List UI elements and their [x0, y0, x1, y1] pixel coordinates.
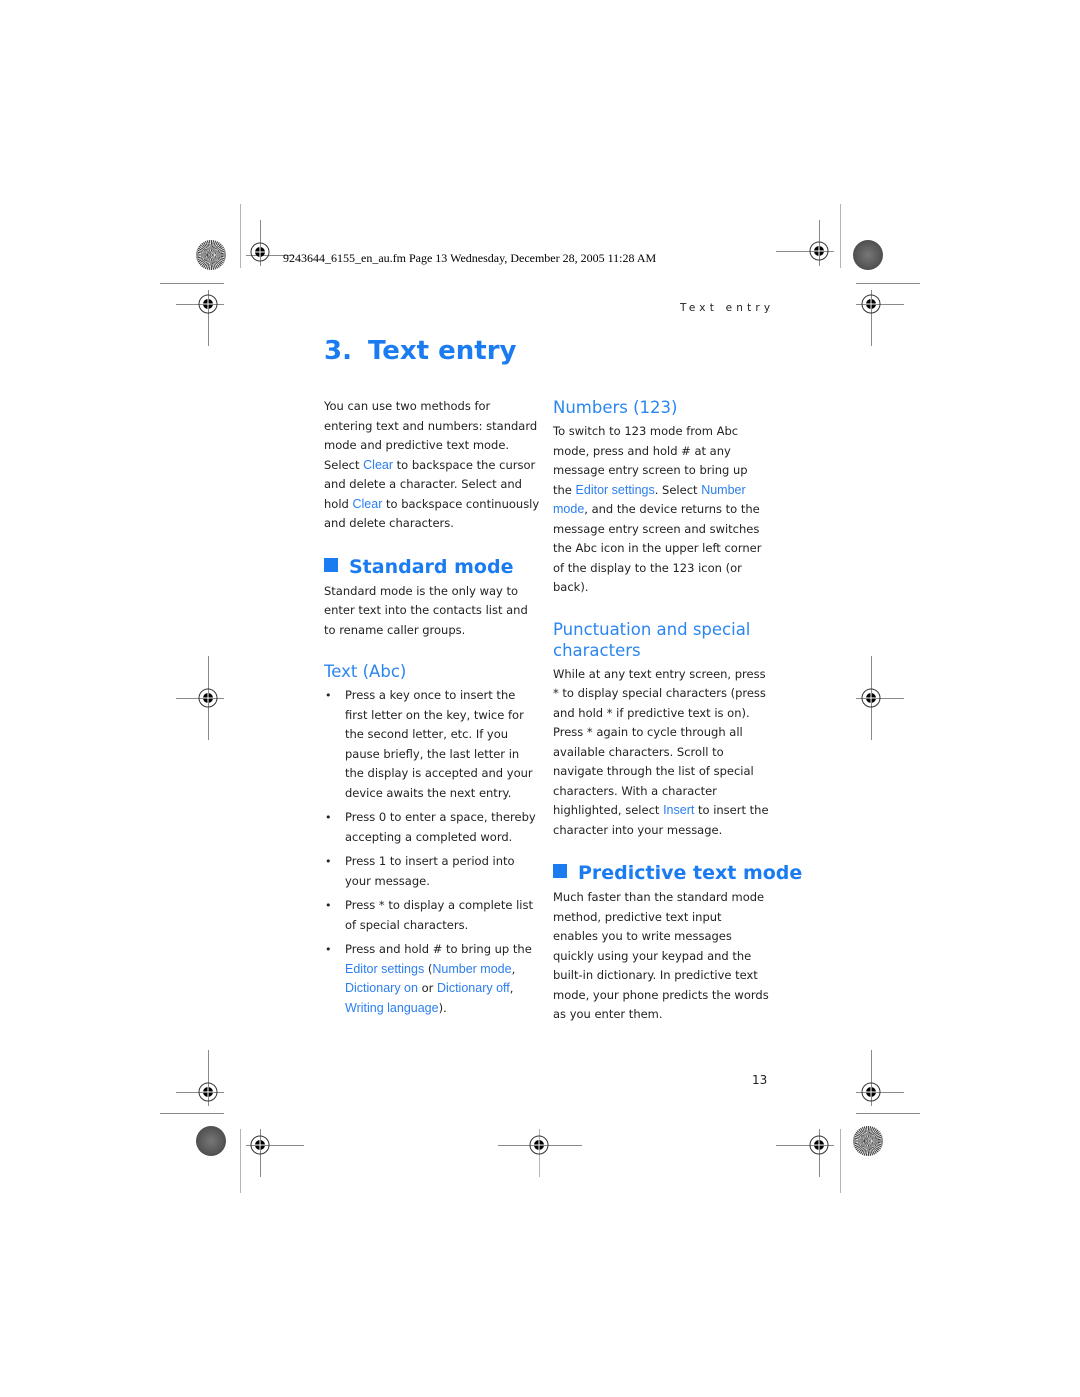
text: ). [438, 1000, 447, 1015]
keyword-dictionary-on: Dictionary on [345, 981, 418, 995]
color-rosette-icon [853, 240, 883, 270]
registration-mark-icon [250, 1135, 270, 1155]
heading-square-icon [324, 557, 338, 572]
subsection-heading-numbers: Numbers (123) [553, 398, 678, 417]
registration-mark-icon [861, 688, 881, 708]
section-heading-standard-mode: Standard mode [324, 555, 540, 579]
text: Press and hold # to bring up the [345, 942, 532, 956]
running-header: Text entry [680, 302, 775, 314]
keyword-dictionary-off: Dictionary off [437, 981, 510, 995]
crop-line [856, 1113, 920, 1114]
list-item: • Press and hold # to bring up the Editor… [324, 940, 540, 1018]
crop-line [856, 283, 920, 284]
chapter-title: 3. Text entry [324, 336, 516, 366]
punctuation-paragraph: While at any text entry screen, press * … [553, 665, 769, 841]
subsection-heading-punctuation: Punctuation and special characters [553, 619, 751, 660]
color-rosette-icon [853, 1126, 883, 1156]
right-column: Numbers (123) To switch to 123 mode from… [553, 397, 802, 1025]
text: . Select [654, 482, 702, 497]
chapter-number: 3. [324, 336, 352, 366]
color-rosette-icon [196, 1126, 226, 1156]
text: , [511, 961, 516, 976]
standard-mode-paragraph: Standard mode is the only way to enter t… [324, 583, 528, 637]
crop-line [240, 1129, 241, 1193]
bullet-icon: • [325, 943, 332, 956]
list-item: • Press * to display a complete list of s… [324, 896, 540, 935]
keyword-number-mode: Number mode [432, 961, 512, 976]
keyword-writing-language: Writing language [345, 1000, 439, 1015]
bullet-icon: • [325, 855, 332, 868]
text: or [417, 981, 438, 995]
bullet-icon: • [325, 899, 332, 912]
list-item-text: Press 1 to insert a period into your mes… [345, 854, 515, 888]
keyword-clear: Clear [352, 496, 383, 511]
crop-line [240, 204, 241, 268]
bullet-icon: • [325, 689, 332, 702]
registration-mark-icon [529, 1135, 549, 1155]
registration-mark-icon [198, 688, 218, 708]
registration-mark-icon [250, 242, 270, 262]
heading-square-icon [553, 864, 567, 878]
registration-mark-icon [809, 241, 829, 261]
chapter-title-text: Text entry [367, 336, 517, 366]
bullet-icon: • [325, 811, 332, 824]
list-item: • Press a key once to insert the first le… [324, 686, 540, 803]
numbers-paragraph: To switch to 123 mode from Abc mode, pre… [553, 422, 769, 598]
registration-mark-icon [861, 1082, 881, 1102]
text: , and the device returns to the message … [553, 502, 762, 594]
crop-line [840, 1129, 841, 1193]
heading-text: Predictive text mode [578, 862, 803, 884]
heading-text: Standard mode [349, 555, 514, 578]
registration-mark-icon [861, 294, 881, 314]
list-item: • Press 0 to enter a space, thereby accep… [324, 808, 540, 847]
keyword-insert: Insert [663, 803, 695, 817]
page-number: 13 [752, 1073, 768, 1087]
list-item: • Press 1 to insert a period into your me… [324, 852, 540, 891]
subsection-heading-text-abc: Text (Abc) [324, 662, 407, 681]
left-column: You can use two methods for entering tex… [324, 397, 540, 1023]
keyword-clear: Clear [363, 457, 394, 472]
file-slug: 9243644_6155_en_au.fm Page 13 Wednesday,… [283, 251, 657, 265]
registration-mark-icon [809, 1135, 829, 1155]
crop-line [840, 204, 841, 268]
list-item-text: Press a key once to insert the first let… [345, 688, 533, 800]
text-abc-bullet-list: • Press a key once to insert the first le… [324, 686, 540, 1018]
keyword-editor-settings: Editor settings [575, 482, 655, 497]
predictive-paragraph: Much faster than the standard mode metho… [553, 890, 769, 1021]
list-item-text: Press * to display a complete list of sp… [345, 898, 533, 932]
color-rosette-icon [196, 240, 226, 270]
intro-paragraph: You can use two methods for entering tex… [324, 397, 540, 534]
text: , [509, 981, 514, 995]
crop-line [160, 283, 224, 284]
registration-mark-icon [198, 1082, 218, 1102]
text: While at any text entry screen, press * … [553, 666, 766, 818]
registration-mark-icon [198, 294, 218, 314]
list-item-text: Press 0 to enter a space, thereby accept… [345, 810, 536, 844]
section-heading-predictive-text-mode: Predictive text mode [553, 861, 802, 885]
keyword-editor-settings: Editor settings [345, 961, 425, 976]
crop-line [160, 1113, 224, 1114]
